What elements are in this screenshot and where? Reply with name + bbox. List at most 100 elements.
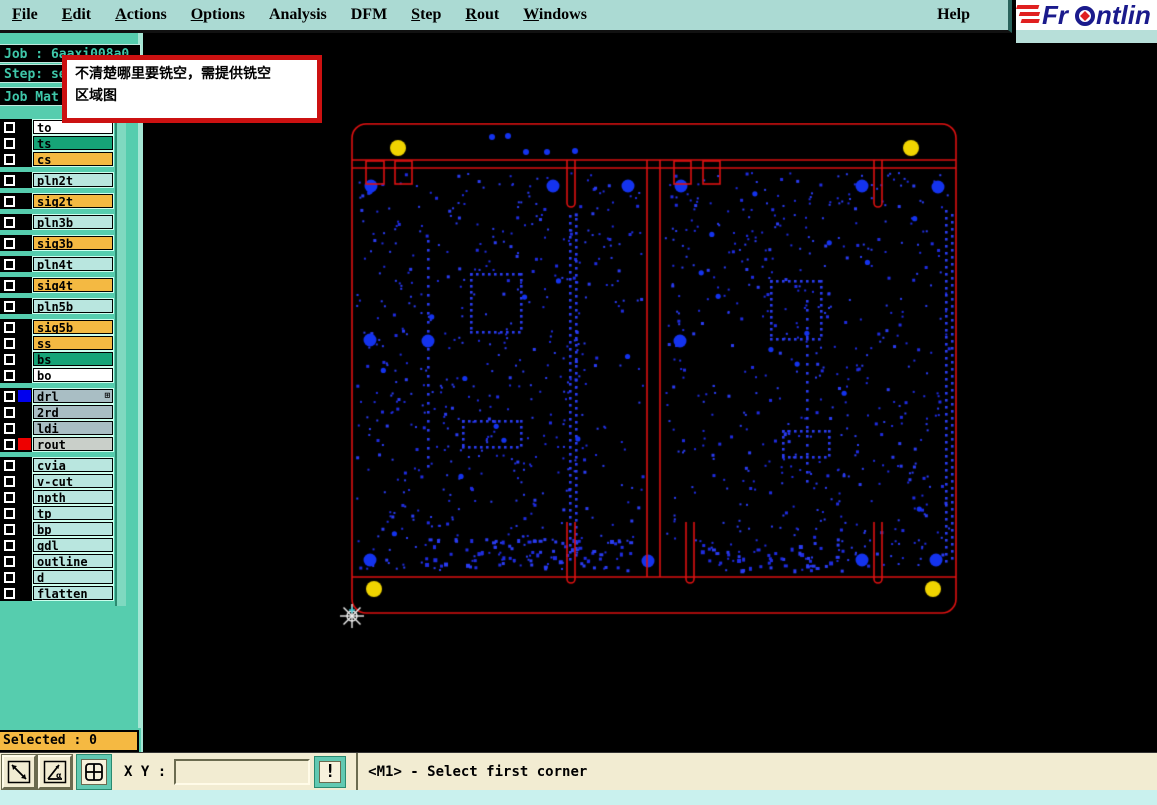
layer-checkbox-pln5b[interactable] <box>4 300 15 312</box>
layer-label-cvia[interactable]: cvia <box>32 457 114 473</box>
layer-label-d[interactable]: d <box>32 569 114 585</box>
layer-label-sig5b[interactable]: sig5b <box>32 319 114 335</box>
layer-checkbox-ss[interactable] <box>4 337 15 349</box>
menu-actions[interactable]: Actions <box>103 4 179 26</box>
layer-checkbox-ldi[interactable] <box>4 422 15 434</box>
menu-dfm[interactable]: DFM <box>339 4 399 26</box>
layer-checkbox-npth[interactable] <box>4 491 15 503</box>
layer-checkbox-rout[interactable] <box>4 438 15 450</box>
layer-checkbox-v-cut[interactable] <box>4 475 15 487</box>
layer-swatch-bo[interactable] <box>18 369 31 381</box>
layer-swatch-pln2t[interactable] <box>18 174 31 186</box>
layer-swatch-sig2t[interactable] <box>18 195 31 207</box>
layer-label-outline[interactable]: outline <box>32 553 114 569</box>
layer-label-ss[interactable]: ss <box>32 335 114 351</box>
layer-row-sig4t: sig4t <box>0 277 114 293</box>
layer-swatch-sig4t[interactable] <box>18 279 31 291</box>
layer-checkbox-pln4t[interactable] <box>4 258 15 270</box>
menu-analysis[interactable]: Analysis <box>257 4 339 26</box>
layer-label-pln5b[interactable]: pln5b <box>32 298 114 314</box>
layer-swatch-2rd[interactable] <box>18 406 31 418</box>
menu-step[interactable]: Step <box>399 4 453 26</box>
layer-label-pln2t[interactable]: pln2t <box>32 172 114 188</box>
layer-label-pln4t[interactable]: pln4t <box>32 256 114 272</box>
window-grid-button[interactable] <box>76 753 112 790</box>
layer-swatch-cvia[interactable] <box>18 459 31 471</box>
prompt-button[interactable]: ! <box>314 755 347 788</box>
layer-swatch-rout[interactable] <box>18 438 31 450</box>
layer-swatch-bs[interactable] <box>18 353 31 365</box>
layer-list-trough[interactable] <box>115 119 126 606</box>
layer-checkbox-pln2t[interactable] <box>4 174 15 186</box>
layer-checkbox-sig3b[interactable] <box>4 237 15 249</box>
layer-swatch-bp[interactable] <box>18 523 31 535</box>
layer-checkbox-drl[interactable] <box>4 390 15 402</box>
layer-label-flatten[interactable]: flatten <box>32 585 114 601</box>
layer-swatch-pln4t[interactable] <box>18 258 31 270</box>
xy-coordinates-input[interactable] <box>174 758 311 785</box>
layer-swatch-gdl[interactable] <box>18 539 31 551</box>
layer-label-v-cut[interactable]: v-cut <box>32 473 114 489</box>
layer-swatch-ldi[interactable] <box>18 422 31 434</box>
layer-checkbox-ts[interactable] <box>4 137 15 149</box>
layer-checkbox-sig4t[interactable] <box>4 279 15 291</box>
layer-checkbox-2rd[interactable] <box>4 406 15 418</box>
layer-label-ldi[interactable]: ldi <box>32 420 114 436</box>
menu-windows[interactable]: Windows <box>511 4 599 26</box>
menu-help[interactable]: Help <box>925 4 982 26</box>
layer-swatch-ss[interactable] <box>18 337 31 349</box>
layer-swatch-to[interactable] <box>18 121 31 133</box>
menu-file[interactable]: File <box>0 4 50 26</box>
layer-label-npth[interactable]: npth <box>32 489 114 505</box>
layer-label-rout[interactable]: rout <box>32 436 114 452</box>
menu-rout[interactable]: Rout <box>453 4 511 26</box>
layer-checkbox-flatten[interactable] <box>4 587 15 599</box>
layer-label-ts[interactable]: ts <box>32 135 114 151</box>
layer-swatch-outline[interactable] <box>18 555 31 567</box>
layer-checkbox-bp[interactable] <box>4 523 15 535</box>
layer-label-pln3b[interactable]: pln3b <box>32 214 114 230</box>
layer-swatch-v-cut[interactable] <box>18 475 31 487</box>
layer-checkbox-d[interactable] <box>4 571 15 583</box>
layer-swatch-pln3b[interactable] <box>18 216 31 228</box>
layer-label-drl[interactable]: drl ⊞ <box>32 388 114 404</box>
layer-checkbox-bo[interactable] <box>4 369 15 381</box>
menu-options[interactable]: Options <box>179 4 257 26</box>
layer-label-cs[interactable]: cs <box>32 151 114 167</box>
resize-diagonal-button[interactable] <box>1 753 37 790</box>
layer-swatch-d[interactable] <box>18 571 31 583</box>
layer-checkbox-gdl[interactable] <box>4 539 15 551</box>
layer-swatch-flatten[interactable] <box>18 587 31 599</box>
menu-edit[interactable]: Edit <box>50 4 103 26</box>
layer-label-sig3b[interactable]: sig3b <box>32 235 114 251</box>
layer-label-bs[interactable]: bs <box>32 351 114 367</box>
layer-checkbox-outline[interactable] <box>4 555 15 567</box>
layer-checkbox-sig5b[interactable] <box>4 321 15 333</box>
layer-swatch-tp[interactable] <box>18 507 31 519</box>
layer-label-tp[interactable]: tp <box>32 505 114 521</box>
layer-checkbox-cs[interactable] <box>4 153 15 165</box>
exclamation-icon: ! <box>319 760 342 783</box>
layer-checkbox-sig2t[interactable] <box>4 195 15 207</box>
layer-checkbox-cvia[interactable] <box>4 459 15 471</box>
layer-label-sig2t[interactable]: sig2t <box>32 193 114 209</box>
layer-checkbox-tp[interactable] <box>4 507 15 519</box>
layer-label-bo[interactable]: bo <box>32 367 114 383</box>
layer-swatch-drl[interactable] <box>18 390 31 402</box>
layer-swatch-pln5b[interactable] <box>18 300 31 312</box>
angle-measure-button[interactable]: α <box>37 753 73 790</box>
layer-checkbox-bs[interactable] <box>4 353 15 365</box>
layer-label-sig4t[interactable]: sig4t <box>32 277 114 293</box>
layer-swatch-ts[interactable] <box>18 137 31 149</box>
layer-checkbox-pln3b[interactable] <box>4 216 15 228</box>
layer-swatch-npth[interactable] <box>18 491 31 503</box>
layer-label-2rd[interactable]: 2rd <box>32 404 114 420</box>
layer-swatch-cs[interactable] <box>18 153 31 165</box>
layer-checkbox-to[interactable] <box>4 121 15 133</box>
layer-grid-icon[interactable]: ⊞ <box>105 392 110 401</box>
layer-label-gdl[interactable]: gdl <box>32 537 114 553</box>
layer-label-bp[interactable]: bp <box>32 521 114 537</box>
layer-swatch-sig5b[interactable] <box>18 321 31 333</box>
layer-swatch-sig3b[interactable] <box>18 237 31 249</box>
menu-bar: File Edit Actions Options Analysis DFM Step Rou… <box>0 0 1012 33</box>
